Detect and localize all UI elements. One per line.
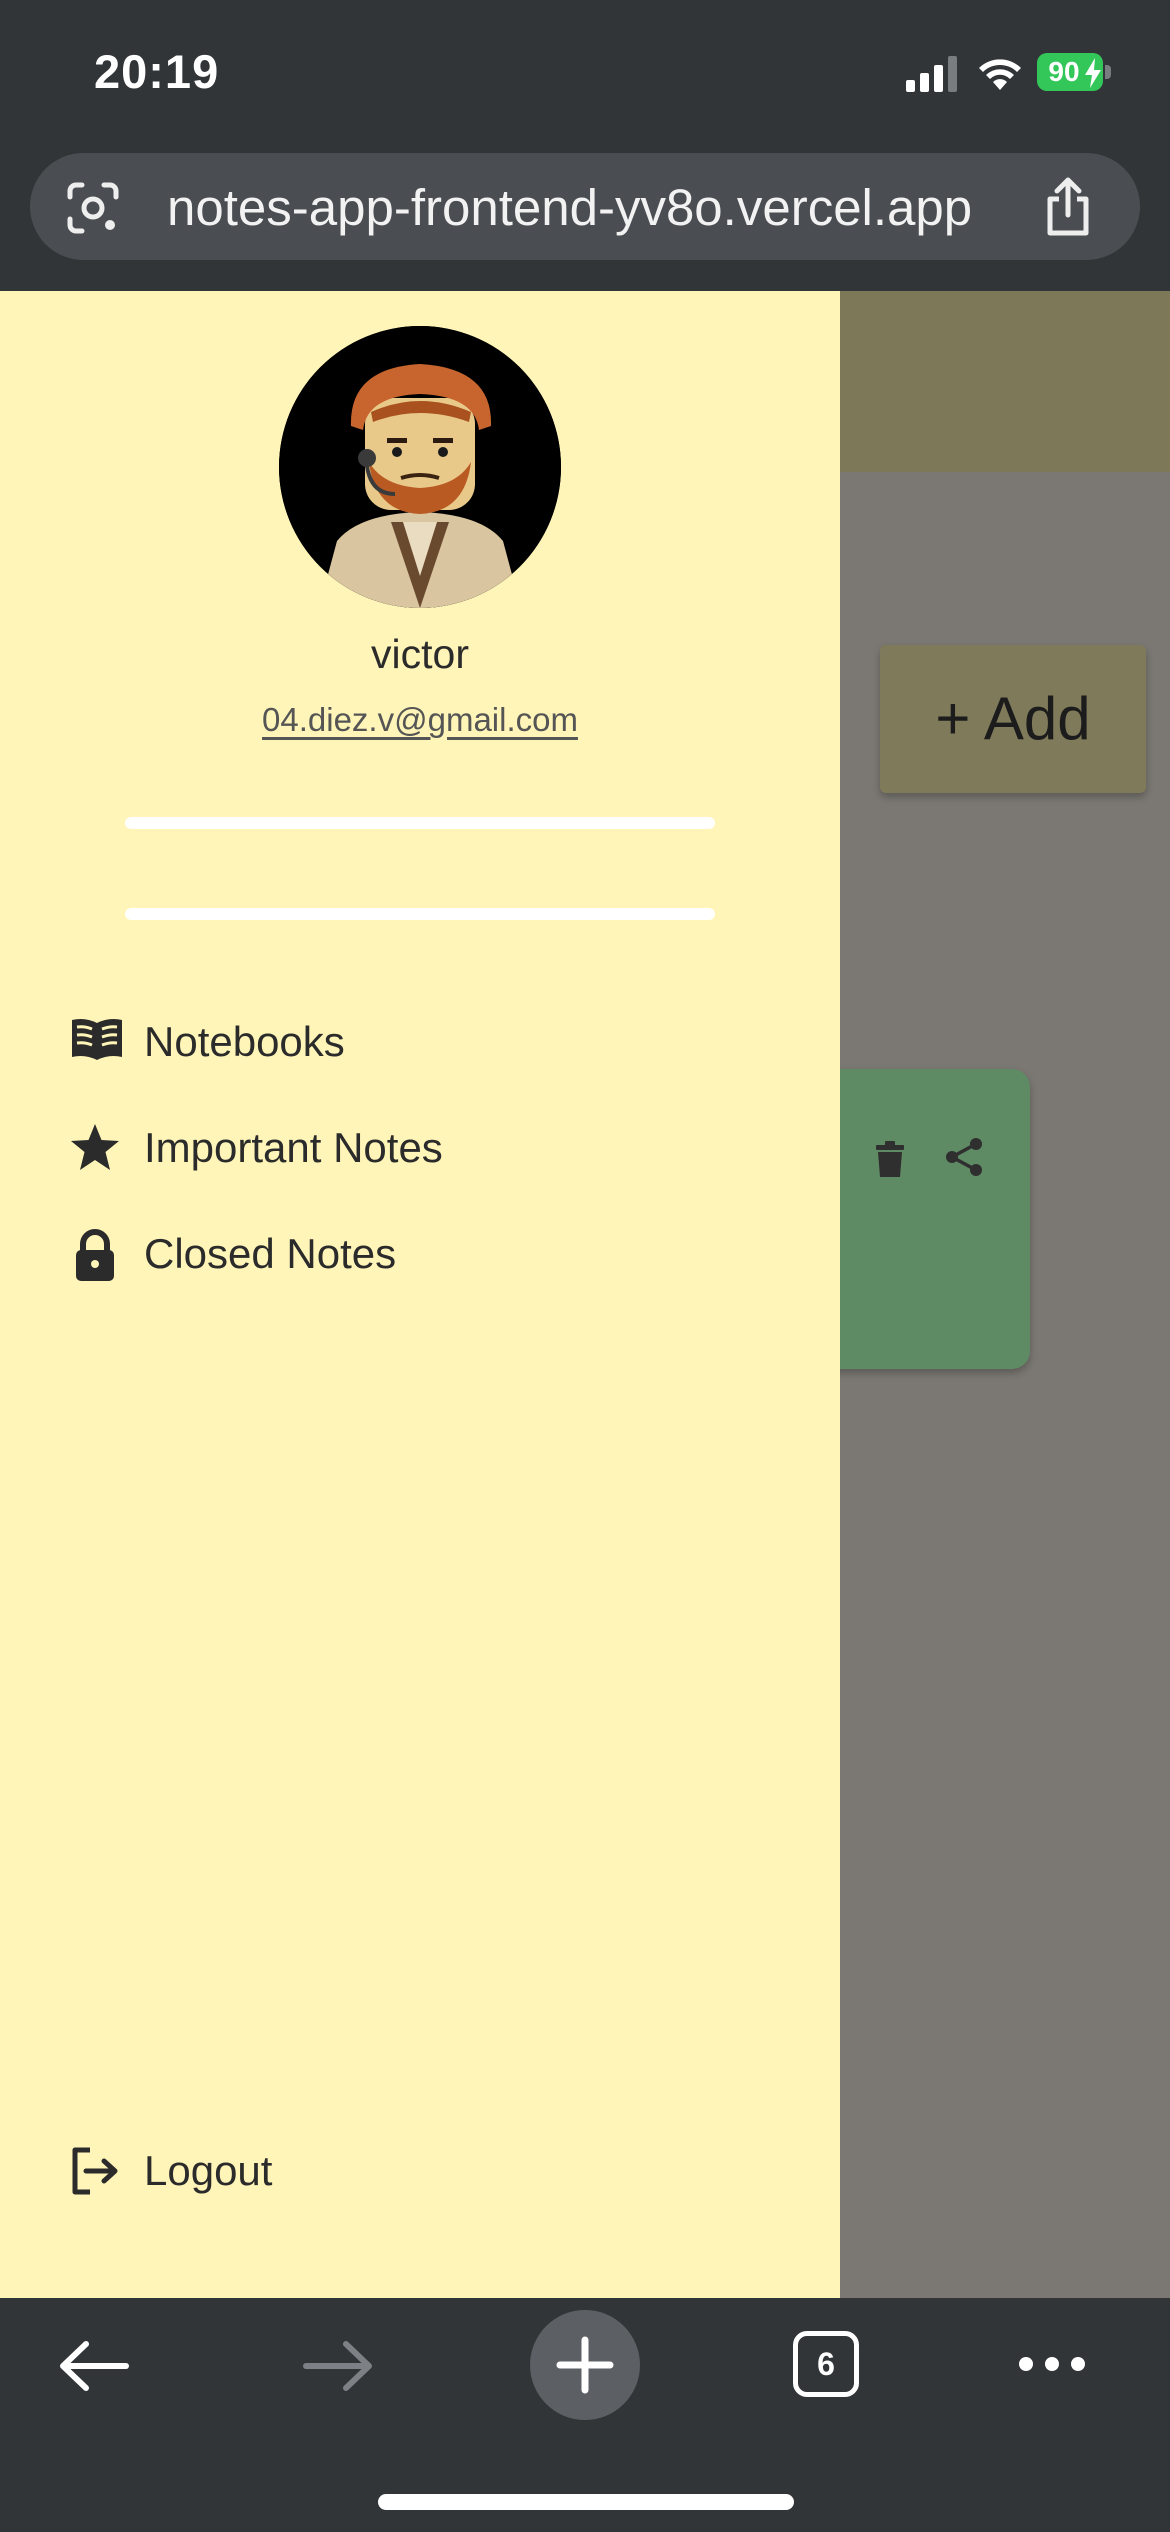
logout-button[interactable]: Logout (70, 2136, 710, 2206)
forward-arrow-icon[interactable] (302, 2338, 374, 2394)
share-note-icon[interactable] (944, 1137, 984, 1177)
status-bar: 20:19 90 (0, 0, 1170, 145)
email-text[interactable]: 04.diez.v@gmail.com (262, 701, 578, 738)
menu-item-important-notes[interactable]: Important Notes (70, 1113, 710, 1183)
plus-icon (556, 2336, 614, 2394)
charging-bolt-icon (1085, 58, 1101, 88)
divider-bottom (125, 908, 715, 920)
menu-item-notebooks[interactable]: Notebooks (70, 1007, 710, 1077)
logout-label: Logout (144, 2147, 273, 2194)
cellular-signal-icon (906, 56, 957, 92)
status-time: 20:19 (94, 45, 220, 98)
tabs-button[interactable]: 6 (793, 2331, 859, 2397)
side-drawer: victor 04.diez.v@gmail.com Notebooks Imp… (0, 291, 840, 2298)
tabs-count: 6 (817, 2346, 835, 2382)
url-text[interactable]: notes-app-frontend-yv8o.vercel.app (167, 178, 972, 237)
trash-icon[interactable] (876, 1141, 904, 1177)
more-options-icon[interactable] (1016, 2354, 1088, 2374)
add-note-button[interactable]: + Add (880, 645, 1146, 793)
google-lens-icon[interactable] (66, 181, 120, 235)
wifi-icon (979, 59, 1021, 90)
avatar-figure (279, 326, 561, 608)
divider-top (125, 817, 715, 829)
book-icon (72, 1019, 122, 1060)
menu-label-important-notes: Important Notes (144, 1124, 443, 1171)
share-icon[interactable] (1040, 177, 1096, 237)
menu-label-notebooks: Notebooks (144, 1018, 345, 1065)
battery-level: 90 (1048, 56, 1080, 87)
home-indicator (378, 2494, 794, 2510)
email-link[interactable]: 04.diez.v@gmail.com (0, 701, 840, 739)
menu-item-closed-notes[interactable]: Closed Notes (70, 1219, 710, 1289)
menu-label-closed-notes: Closed Notes (144, 1230, 397, 1277)
username: victor (371, 631, 469, 677)
lock-icon (76, 1229, 114, 1281)
back-arrow-icon[interactable] (58, 2338, 130, 2394)
address-bar[interactable]: notes-app-frontend-yv8o.vercel.app (30, 153, 1140, 260)
star-icon (71, 1124, 119, 1170)
new-tab-button[interactable] (530, 2310, 640, 2420)
avatar (279, 326, 561, 608)
logout-icon (72, 2147, 118, 2195)
battery-cap (1105, 65, 1111, 79)
